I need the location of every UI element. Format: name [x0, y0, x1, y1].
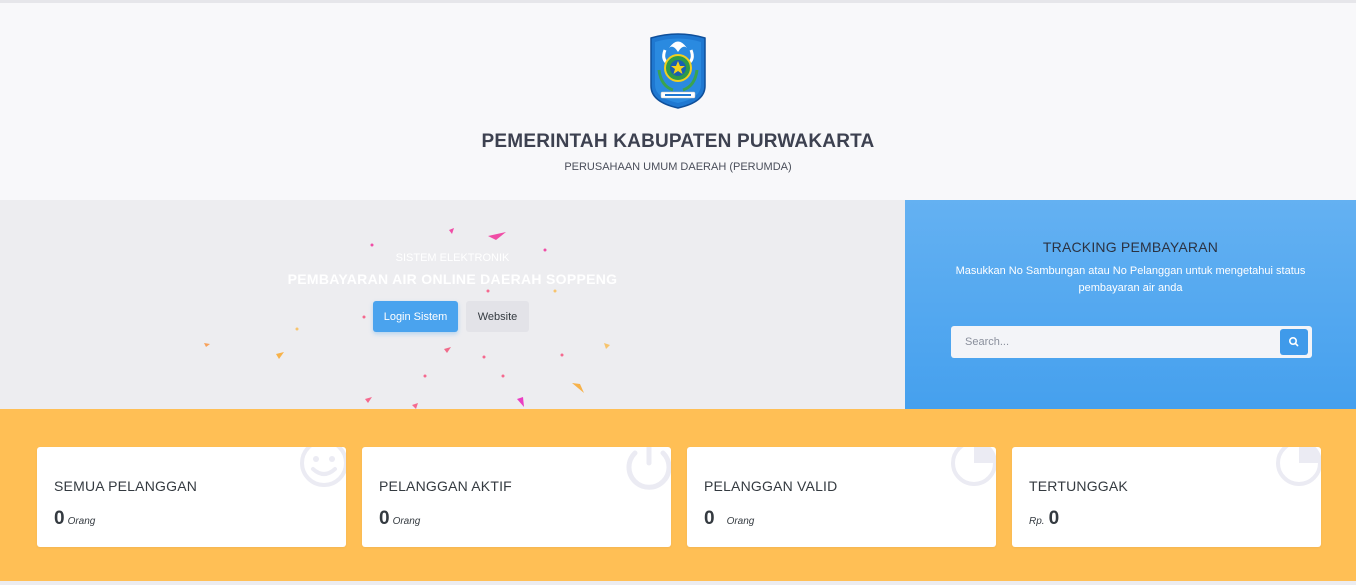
- stat-unit: Orang: [67, 516, 96, 527]
- tracking-panel: TRACKING PEMBAYARAN Masukkan No Sambunga…: [905, 200, 1356, 409]
- hero-small-title: SISTEM ELEKTRONIK: [395, 252, 510, 264]
- power-icon: [626, 447, 671, 490]
- stat-card-pelanggan-valid: PELANGGAN VALID 0 Orang: [687, 447, 996, 547]
- search-button[interactable]: [1280, 329, 1308, 355]
- search-input[interactable]: [951, 326, 1271, 358]
- stat-label: SEMUA PELANGGAN: [54, 478, 198, 494]
- stat-card-tertunggak: TERTUNGGAK Rp. 0: [1012, 447, 1321, 547]
- hero-big-title: PEMBAYARAN AIR ONLINE DAERAH SOPPENG: [287, 271, 618, 287]
- stat-unit: Orang: [726, 516, 755, 527]
- smile-icon: [300, 447, 346, 487]
- stats-section: SEMUA PELANGGAN 0 Orang PELANGGAN AKTIF 0…: [0, 409, 1356, 581]
- search-box: [951, 326, 1312, 358]
- page-header: PEMERINTAH KABUPATEN PURWAKARTA PERUSAHA…: [0, 3, 1356, 200]
- stat-label: PELANGGAN AKTIF: [379, 478, 512, 494]
- stat-card-semua-pelanggan: SEMUA PELANGGAN 0 Orang: [37, 447, 346, 547]
- hero-section: SISTEM ELEKTRONIK PEMBAYARAN AIR ONLINE …: [0, 200, 905, 409]
- stat-value: 0 Orang: [704, 508, 755, 529]
- regency-crest-icon: [650, 33, 706, 109]
- bottom-border: [0, 581, 1356, 585]
- tracking-title: TRACKING PEMBAYARAN: [1042, 239, 1219, 255]
- pie-chart-icon: [1276, 447, 1321, 486]
- page-title: PEMERINTAH KABUPATEN PURWAKARTA: [481, 131, 875, 152]
- stat-value: 0 Orang: [379, 508, 421, 529]
- stat-unit: Orang: [392, 516, 421, 527]
- stat-value: Rp. 0: [1029, 508, 1060, 529]
- stat-value: 0 Orang: [54, 508, 96, 529]
- stat-label: TERTUNGGAK: [1029, 478, 1128, 494]
- stat-card-pelanggan-aktif: PELANGGAN AKTIF 0 Orang: [362, 447, 671, 547]
- pie-chart-icon: [951, 447, 996, 486]
- search-icon: [1289, 337, 1299, 347]
- stat-prefix: Rp.: [1029, 516, 1045, 527]
- tracking-description: Masukkan No Sambungan atau No Pelanggan …: [955, 265, 1306, 294]
- website-button[interactable]: Website: [466, 301, 529, 332]
- stat-label: PELANGGAN VALID: [704, 478, 838, 494]
- page-subtitle: PERUSAHAAN UMUM DAERAH (PERUMDA): [564, 161, 792, 173]
- login-button[interactable]: Login Sistem: [373, 301, 458, 332]
